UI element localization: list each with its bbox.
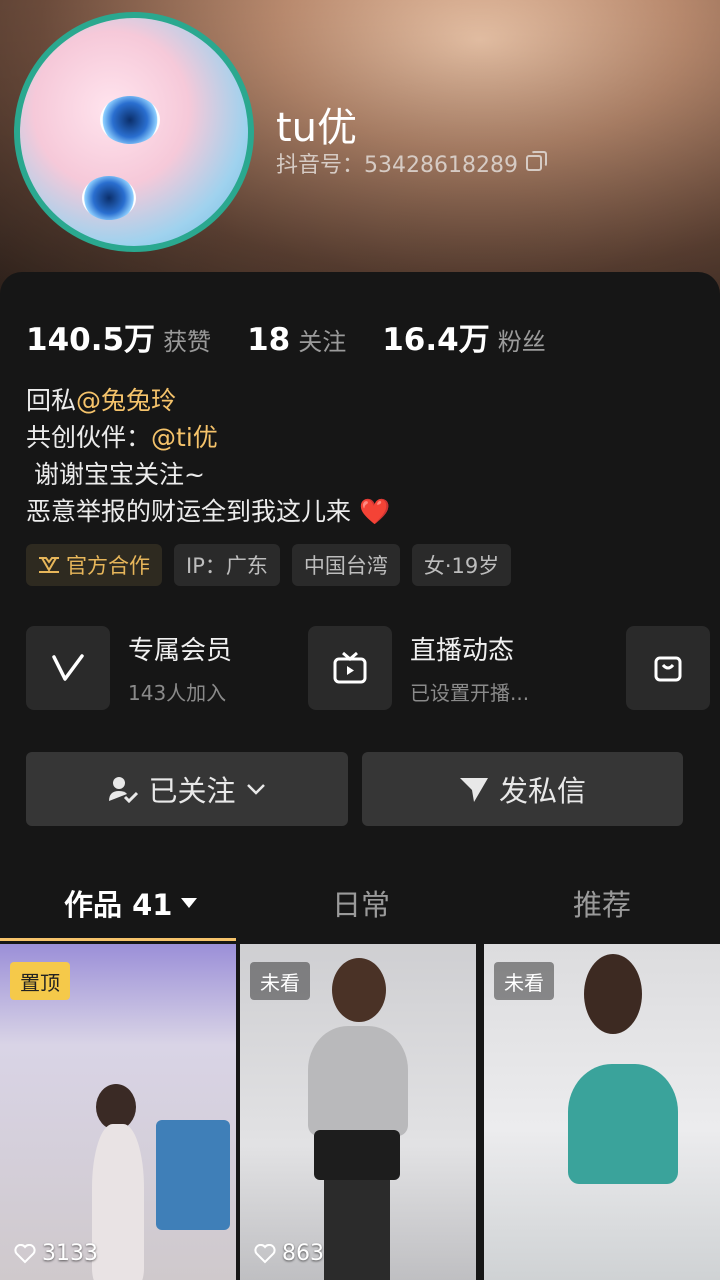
stat-likes-label: 获赞 [163, 328, 212, 356]
bio: 回私@兔兔玲 共创伙伴：@ti优 谢谢宝宝关注~ 恶意举报的财运全到我这儿来 ❤… [26, 382, 390, 530]
bio-line-3: 谢谢宝宝关注~ [26, 460, 205, 489]
video-card[interactable]: 置顶 3133 [0, 944, 236, 1280]
followed-label: 已关注 [148, 774, 236, 808]
vip-v-icon [52, 654, 84, 681]
mention-link[interactable]: @ti优 [151, 423, 218, 452]
message-button[interactable]: 发私信 [362, 752, 683, 826]
unseen-badge: 未看 [494, 962, 554, 1000]
copy-icon[interactable] [525, 151, 547, 171]
feature-membership-title: 专属会员 [128, 636, 233, 666]
video-card[interactable]: 未看 [484, 944, 720, 1280]
message-label: 发私信 [498, 774, 586, 808]
avatar-image [20, 18, 248, 246]
bio-line-4: 恶意举报的财运全到我这儿来 ❤️ [26, 497, 391, 526]
features-row: 专属会员 143人加入 直播动态 已设置开播... [26, 626, 720, 710]
content-tabs: 作品 41 日常 推荐 [0, 872, 720, 942]
feature-membership[interactable]: 专属会员 143人加入 [26, 626, 232, 710]
heart-outline-icon [14, 1243, 36, 1263]
stat-following-label: 关注 [298, 328, 347, 356]
stat-likes[interactable]: 140.5万 获赞 [26, 314, 211, 359]
feature-live-title: 直播动态 [410, 636, 515, 666]
video-grid: 置顶 3133 未看 863 未看 [0, 944, 720, 1280]
feature-live[interactable]: 直播动态 已设置开播... [308, 626, 529, 710]
stats-row: 140.5万 获赞 18 关注 16.4万 粉丝 [26, 314, 546, 359]
stat-likes-value: 140.5万 [26, 322, 156, 358]
handshake-icon [39, 557, 59, 573]
feature-shop[interactable] [626, 626, 710, 710]
mention-link[interactable]: @兔兔玲 [76, 386, 176, 415]
followed-button[interactable]: 已关注 [26, 752, 348, 826]
video-card[interactable]: 未看 863 [240, 944, 476, 1280]
shopping-bag-icon [654, 656, 682, 682]
feature-membership-subtitle: 143人加入 [128, 681, 227, 705]
stat-following[interactable]: 18 关注 [247, 322, 346, 358]
tab-recommend[interactable]: 推荐 [573, 882, 631, 924]
tags-row: 官方合作 IP：广东 中国台湾 女·19岁 [26, 544, 512, 586]
tab-works[interactable]: 作品 41 [64, 882, 198, 924]
tag-ip: IP：广东 [174, 544, 280, 586]
tab-daily[interactable]: 日常 [332, 882, 390, 924]
pinned-badge: 置顶 [10, 962, 70, 1000]
send-icon [459, 778, 488, 802]
profile-name: tu优 [276, 105, 358, 151]
tag-region: 中国台湾 [291, 544, 400, 586]
video-likes: 3133 [14, 1241, 98, 1266]
douyin-id-text: 抖音号：53428618289 [276, 153, 518, 178]
video-likes: 863 [254, 1241, 324, 1266]
unseen-badge: 未看 [250, 962, 310, 1000]
tv-icon [333, 651, 367, 684]
stat-fans-label: 粉丝 [497, 328, 546, 356]
stat-following-value: 18 [247, 322, 291, 358]
avatar[interactable] [14, 12, 254, 252]
feature-live-subtitle: 已设置开播... [410, 681, 530, 705]
stat-fans[interactable]: 16.4万 粉丝 [382, 314, 546, 359]
bio-line-1: 回私@兔兔玲 [26, 386, 177, 415]
douyin-id[interactable]: 抖音号：53428618289 [276, 147, 547, 179]
tab-underline [0, 938, 236, 941]
stat-fans-value: 16.4万 [382, 322, 490, 358]
actions-row: 已关注 发私信 [26, 752, 683, 826]
heart-emoji: ❤️ [358, 497, 391, 526]
caret-down-icon [181, 898, 198, 908]
chevron-down-icon [246, 784, 265, 795]
user-check-icon [109, 777, 139, 803]
heart-outline-icon [254, 1243, 276, 1263]
tag-official[interactable]: 官方合作 [26, 544, 162, 586]
profile-card: 140.5万 获赞 18 关注 16.4万 粉丝 回私@兔兔玲 共创伙伴：@ti… [0, 272, 720, 1280]
tag-gender-age: 女·19岁 [411, 544, 512, 586]
bio-line-2: 共创伙伴：@ti优 [26, 423, 218, 452]
